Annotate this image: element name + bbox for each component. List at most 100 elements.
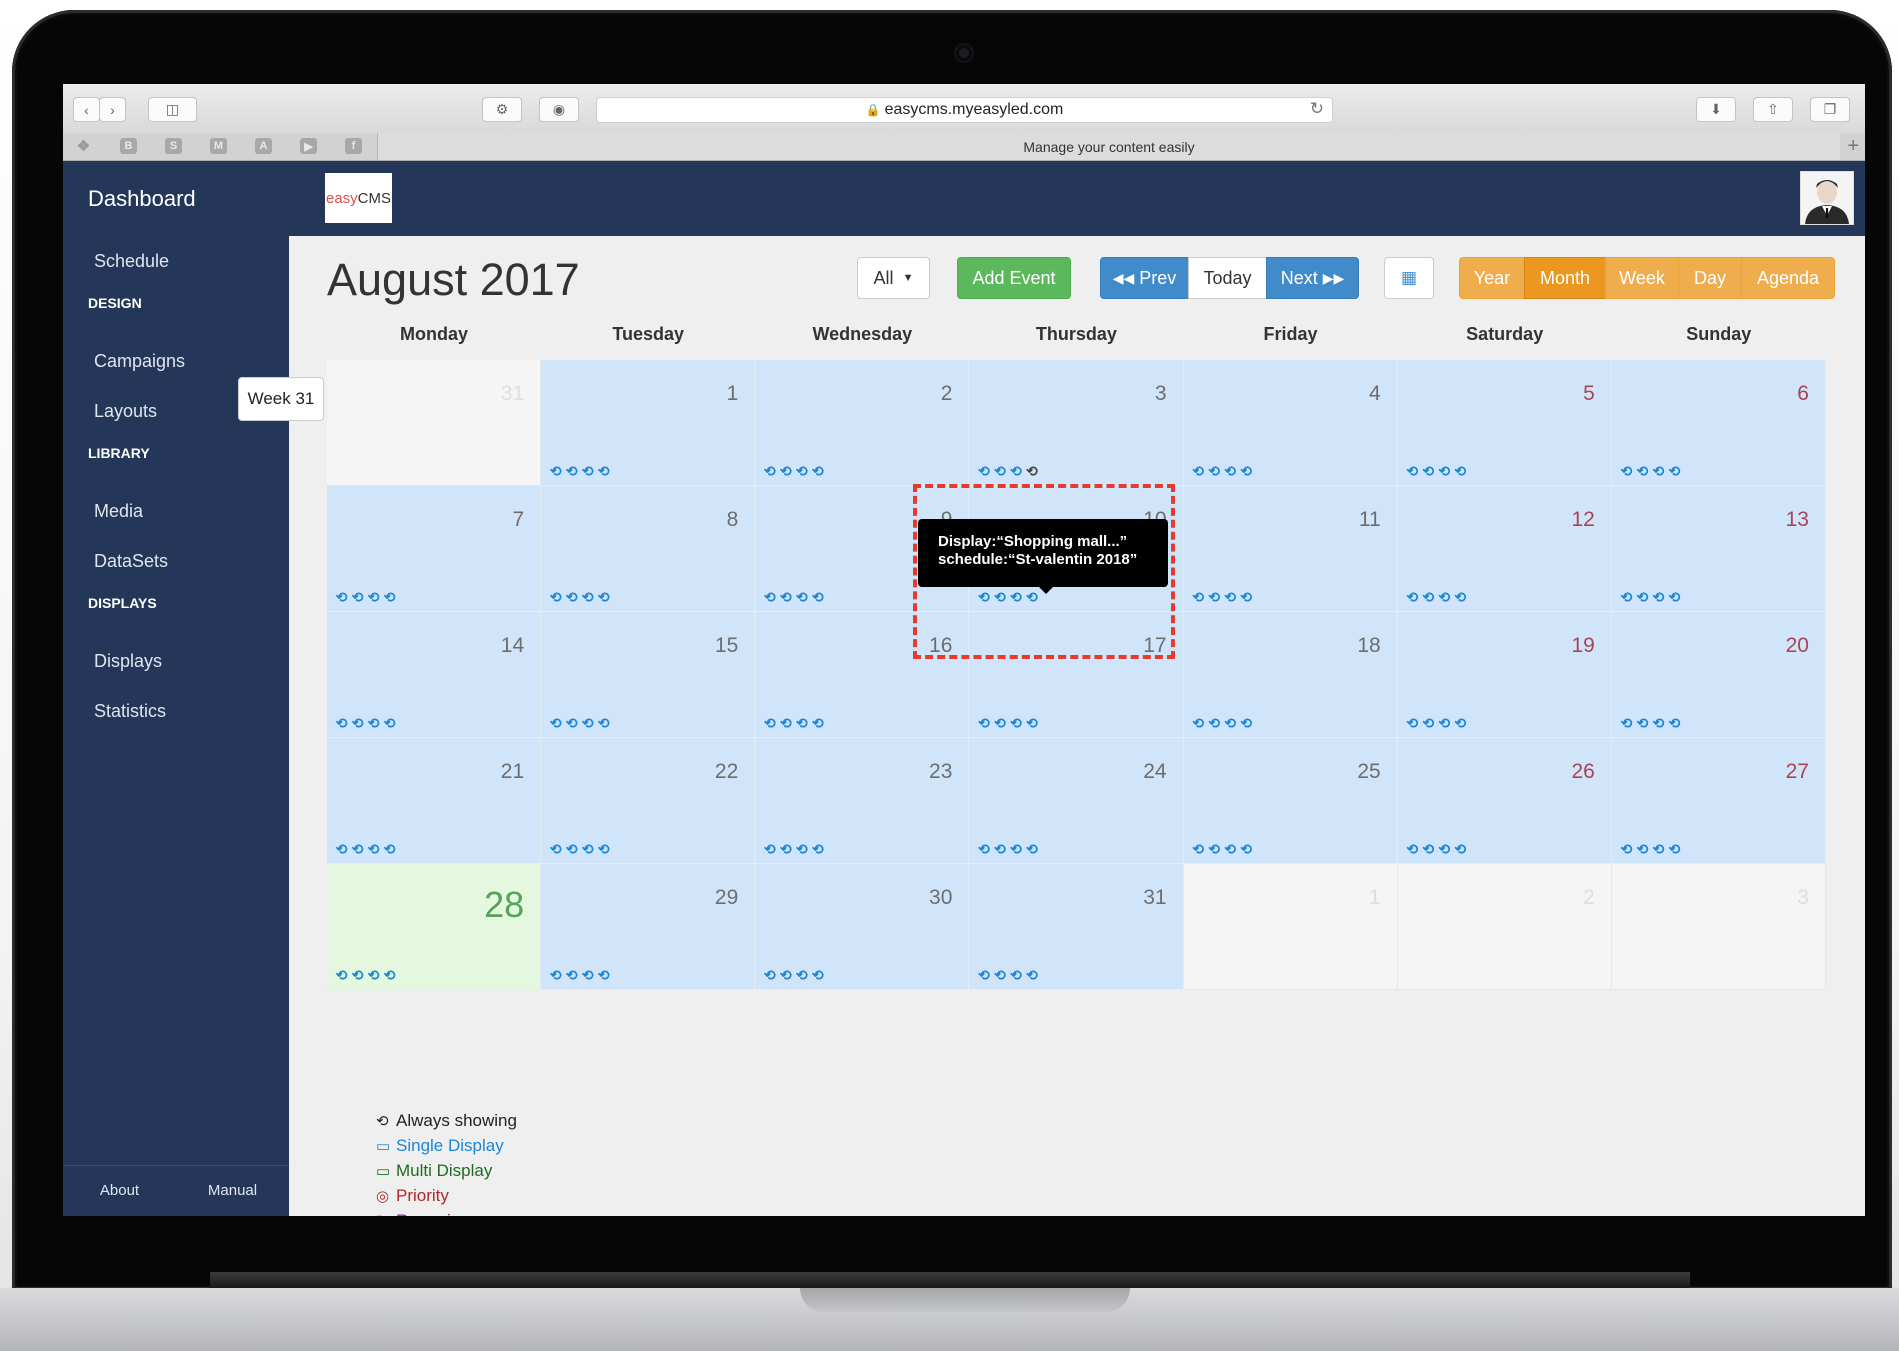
day-cell[interactable]: 12 ⟲ ⟲ ⟲ ⟲ bbox=[1397, 486, 1612, 612]
day-number[interactable]: 8 bbox=[727, 508, 739, 532]
always-showing-icon[interactable]: ⟲ bbox=[1223, 590, 1238, 604]
day-number[interactable]: 18 bbox=[1357, 634, 1380, 658]
always-showing-icon[interactable]: ⟲ bbox=[1239, 842, 1254, 856]
day-cell[interactable]: 6 ⟲ ⟲ ⟲ ⟲ bbox=[1611, 360, 1826, 486]
grammarly-icon[interactable]: ◉ bbox=[539, 97, 579, 122]
day-cell[interactable]: 28 ⟲ ⟲ ⟲ ⟲ bbox=[327, 864, 542, 990]
dropbox-icon[interactable]: ❖ bbox=[75, 138, 92, 155]
always-showing-icon[interactable]: ⟲ bbox=[382, 842, 397, 856]
always-showing-icon[interactable]: ⟲ bbox=[1619, 590, 1634, 604]
always-showing-icon[interactable]: ⟲ bbox=[1635, 464, 1650, 478]
always-showing-icon[interactable]: ⟲ bbox=[366, 968, 381, 982]
always-showing-icon[interactable]: ⟲ bbox=[1453, 590, 1468, 604]
always-showing-icon[interactable]: ⟲ bbox=[1651, 842, 1666, 856]
always-showing-icon[interactable]: ⟲ bbox=[1207, 590, 1222, 604]
always-showing-icon[interactable]: ⟲ bbox=[778, 464, 793, 478]
always-showing-icon[interactable]: ⟲ bbox=[1405, 464, 1420, 478]
day-number[interactable]: 5 bbox=[1583, 382, 1595, 406]
day-cell[interactable]: 20 ⟲ ⟲ ⟲ ⟲ bbox=[1611, 612, 1826, 738]
address-bar[interactable]: 🔒 easycms.myeasyled.com ↻ bbox=[596, 97, 1333, 123]
day-number[interactable]: 11 bbox=[1359, 508, 1381, 532]
always-showing-icon[interactable]: ⟲ bbox=[992, 464, 1007, 478]
always-showing-icon[interactable]: ⟲ bbox=[596, 968, 611, 982]
day-cell[interactable]: 8 ⟲ ⟲ ⟲ ⟲ bbox=[541, 486, 756, 612]
day-cell[interactable]: 31 ⟲ ⟲ ⟲ ⟲ bbox=[969, 864, 1184, 990]
always-showing-icon[interactable]: ⟲ bbox=[382, 968, 397, 982]
datepicker-button[interactable]: ▦ bbox=[1384, 257, 1434, 299]
always-showing-icon[interactable]: ⟲ bbox=[366, 842, 381, 856]
bookmark-b[interactable]: B bbox=[120, 138, 137, 154]
always-showing-icon[interactable]: ⟲ bbox=[762, 716, 777, 730]
always-showing-icon[interactable]: ⟲ bbox=[548, 590, 563, 604]
always-showing-icon[interactable]: ⟲ bbox=[810, 968, 825, 982]
always-showing-icon[interactable]: ⟲ bbox=[1207, 716, 1222, 730]
always-showing-icon[interactable]: ⟲ bbox=[1239, 716, 1254, 730]
filter-dropdown[interactable]: All ▼ bbox=[857, 257, 930, 299]
always-showing-icon[interactable]: ⟲ bbox=[596, 842, 611, 856]
always-showing-icon[interactable]: ⟲ bbox=[382, 716, 397, 730]
always-showing-icon[interactable]: ⟲ bbox=[1405, 716, 1420, 730]
always-showing-icon[interactable]: ⟲ bbox=[976, 716, 991, 730]
view-week-button[interactable]: Week bbox=[1605, 257, 1679, 299]
always-showing-icon[interactable]: ⟲ bbox=[334, 590, 349, 604]
new-tab-icon[interactable]: + bbox=[1847, 135, 1859, 158]
always-showing-icon[interactable]: ⟲ bbox=[1667, 716, 1682, 730]
always-showing-icon[interactable]: ⟲ bbox=[1437, 590, 1452, 604]
next-button[interactable]: Next ▶▶ bbox=[1266, 257, 1359, 299]
tabs-icon[interactable]: ❐ bbox=[1810, 97, 1850, 122]
always-showing-icon[interactable]: ⟲ bbox=[794, 716, 809, 730]
always-showing-icon[interactable]: ⟲ bbox=[350, 968, 365, 982]
day-number[interactable]: 20 bbox=[1786, 634, 1809, 658]
day-cell[interactable]: 18 ⟲ ⟲ ⟲ ⟲ bbox=[1183, 612, 1398, 738]
always-showing-icon[interactable]: ⟲ bbox=[1421, 464, 1436, 478]
always-showing-icon[interactable]: ⟲ bbox=[1453, 842, 1468, 856]
always-showing-icon[interactable]: ⟲ bbox=[1024, 842, 1039, 856]
always-showing-icon[interactable]: ⟲ bbox=[1635, 590, 1650, 604]
day-cell[interactable]: 15 ⟲ ⟲ ⟲ ⟲ bbox=[541, 612, 756, 738]
day-number[interactable]: 12 bbox=[1571, 508, 1594, 532]
always-showing-icon[interactable]: ⟲ bbox=[762, 464, 777, 478]
always-showing-icon[interactable]: ⟲ bbox=[596, 716, 611, 730]
day-number[interactable]: 25 bbox=[1357, 760, 1380, 784]
tab-title[interactable]: Manage your content easily bbox=[378, 133, 1840, 160]
bookmark-s[interactable]: S bbox=[165, 138, 182, 154]
day-number[interactable]: 23 bbox=[929, 760, 952, 784]
day-number[interactable]: 28 bbox=[484, 884, 524, 926]
always-showing-icon[interactable]: ⟲ bbox=[992, 968, 1007, 982]
manual-link[interactable]: Manual bbox=[176, 1166, 289, 1216]
always-showing-icon[interactable]: ⟲ bbox=[810, 842, 825, 856]
forward-button[interactable]: › bbox=[99, 97, 126, 122]
always-showing-icon[interactable]: ⟲ bbox=[382, 590, 397, 604]
day-number[interactable]: 31 bbox=[501, 382, 524, 406]
always-showing-icon[interactable]: ⟲ bbox=[1008, 968, 1023, 982]
prev-button[interactable]: ◀◀ Prev bbox=[1100, 257, 1189, 299]
day-number[interactable]: 3 bbox=[1155, 382, 1167, 406]
always-showing-icon[interactable]: ⟲ bbox=[1207, 842, 1222, 856]
always-showing-icon[interactable]: ⟲ bbox=[1421, 590, 1436, 604]
day-number[interactable]: 3 bbox=[1797, 886, 1809, 910]
day-number[interactable]: 14 bbox=[501, 634, 524, 658]
easycms-logo[interactable]: easy CMS bbox=[325, 173, 392, 223]
day-cell[interactable]: 11 ⟲ ⟲ ⟲ ⟲ bbox=[1183, 486, 1398, 612]
always-showing-icon[interactable]: ⟲ bbox=[564, 464, 579, 478]
always-showing-icon[interactable]: ⟲ bbox=[778, 968, 793, 982]
always-showing-icon[interactable]: ⟲ bbox=[1437, 842, 1452, 856]
bookmark-facebook[interactable]: f bbox=[345, 138, 362, 154]
bookmark-m[interactable]: M bbox=[210, 138, 227, 154]
add-event-button[interactable]: Add Event bbox=[957, 257, 1071, 299]
today-button[interactable]: Today bbox=[1188, 257, 1267, 299]
always-showing-icon[interactable]: ⟲ bbox=[976, 464, 991, 478]
day-cell[interactable]: 31 bbox=[327, 360, 542, 486]
sidebar-item-schedule[interactable]: Schedule bbox=[94, 246, 169, 276]
always-showing-icon[interactable]: ⟲ bbox=[1667, 464, 1682, 478]
always-showing-icon[interactable]: ⟲ bbox=[548, 716, 563, 730]
always-showing-icon[interactable]: ⟲ bbox=[350, 716, 365, 730]
sidebar-item-layouts[interactable]: Layouts bbox=[94, 396, 157, 426]
always-showing-icon[interactable]: ⟲ bbox=[1619, 464, 1634, 478]
always-showing-icon[interactable]: ⟲ bbox=[794, 968, 809, 982]
always-showing-icon[interactable]: ⟲ bbox=[1223, 842, 1238, 856]
always-showing-icon[interactable]: ⟲ bbox=[1619, 716, 1634, 730]
day-number[interactable]: 7 bbox=[512, 508, 524, 532]
day-cell[interactable]: 22 ⟲ ⟲ ⟲ ⟲ bbox=[541, 738, 756, 864]
day-cell[interactable]: 5 ⟲ ⟲ ⟲ ⟲ bbox=[1397, 360, 1612, 486]
